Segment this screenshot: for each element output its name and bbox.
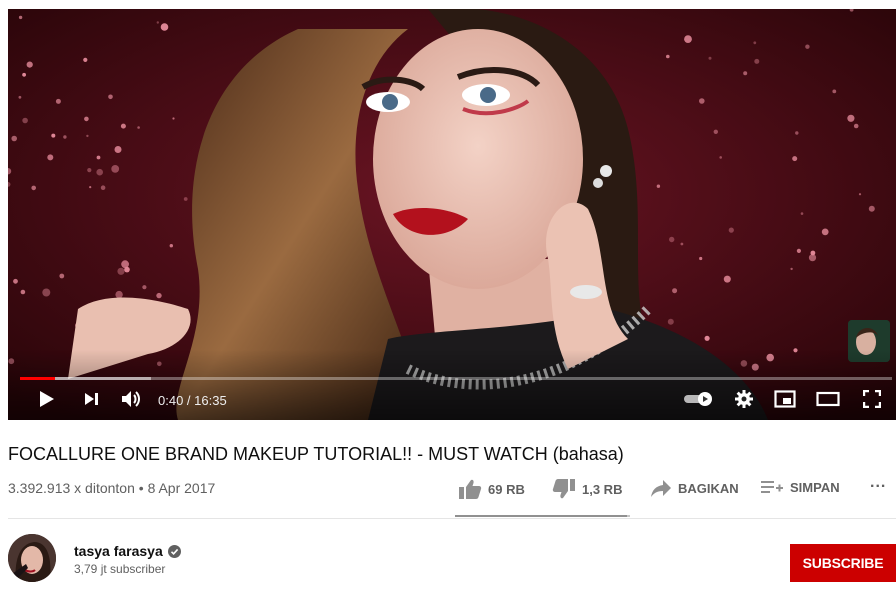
theater-button[interactable]: [814, 387, 842, 411]
save-button[interactable]: SIMPAN: [760, 478, 840, 496]
next-button[interactable]: [80, 387, 104, 411]
play-icon: [40, 391, 54, 407]
like-button[interactable]: 69 RB: [458, 478, 525, 500]
channel-avatar[interactable]: [8, 534, 56, 582]
autoplay-toggle-icon: [684, 392, 712, 406]
add-to-playlist-icon: [761, 481, 783, 493]
theater-icon: [816, 391, 840, 407]
subscribe-button[interactable]: SUBSCRIBE: [790, 544, 896, 582]
fullscreen-icon: [863, 390, 881, 408]
thumbs-up-icon: [459, 479, 482, 499]
progress-bar[interactable]: [20, 377, 892, 380]
miniplayer-button[interactable]: [772, 387, 798, 411]
share-label: BAGIKAN: [678, 480, 739, 496]
share-button[interactable]: BAGIKAN: [650, 478, 739, 498]
play-button[interactable]: [34, 387, 58, 411]
volume-icon: [122, 391, 140, 407]
more-actions-button[interactable]: ...: [870, 474, 886, 492]
volume-button[interactable]: [118, 387, 144, 411]
verified-check-icon: [167, 544, 181, 558]
more-icon: ...: [870, 474, 887, 491]
settings-icon: [735, 390, 753, 408]
channel-name-text: tasya farasya: [74, 543, 163, 559]
miniplayer-icon: [774, 390, 796, 408]
progress-played: [20, 377, 55, 380]
dislike-count: 1,3 RB: [582, 481, 623, 497]
subscriber-count: 3,79 jt subscriber: [74, 562, 166, 576]
fullscreen-button[interactable]: [860, 387, 884, 411]
save-label: SIMPAN: [790, 479, 840, 495]
view-count-date: 3.392.913 x ditonton • 8 Apr 2017: [8, 480, 216, 496]
next-icon: [85, 393, 98, 405]
dislike-button[interactable]: 1,3 RB: [552, 478, 622, 500]
time-display: 0:40 / 16:35: [158, 393, 227, 408]
video-player[interactable]: 0:40 / 16:35: [8, 9, 896, 420]
sentiment-like-fill: [455, 515, 627, 517]
share-icon: [651, 480, 671, 497]
autoplay-toggle[interactable]: [682, 387, 716, 411]
settings-button[interactable]: [732, 387, 756, 411]
channel-name[interactable]: tasya farasya: [74, 543, 181, 559]
divider: [8, 518, 896, 519]
sentiment-bar: [455, 515, 630, 517]
like-count: 69 RB: [488, 481, 525, 497]
thumbs-down-icon: [552, 479, 575, 499]
video-title: FOCALLURE ONE BRAND MAKEUP TUTORIAL!! - …: [8, 444, 624, 464]
avatar-image: [8, 534, 56, 582]
action-bar: 69 RB 1,3 RB BAGIKAN SIMPAN ...: [458, 474, 896, 502]
